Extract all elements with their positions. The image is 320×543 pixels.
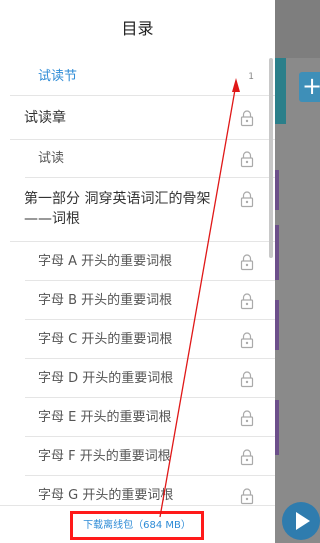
toc-item-sub[interactable]: 字母 E 开头的重要词根 (25, 398, 275, 437)
background-card (275, 300, 279, 350)
toc-item-sub[interactable]: 字母 B 开头的重要词根 (25, 281, 275, 320)
background-card (275, 400, 279, 455)
toc-item-sub[interactable]: 字母 A 开头的重要词根 (25, 242, 275, 281)
add-button[interactable]: + (299, 72, 320, 102)
toc-item-label: 字母 D 开头的重要词根 (38, 371, 174, 386)
toc-item-sub[interactable]: 字母 F 开头的重要词根 (25, 437, 275, 476)
toc-drawer: 目录 试读节 1 试读章 试读 第一部分 洞穿英语词汇的骨架——词根 字母 A … (0, 0, 275, 543)
background-teal-block (275, 58, 286, 124)
lock-icon (240, 488, 254, 505)
lock-icon (240, 151, 254, 168)
toc-item-label: 试读 (38, 151, 65, 166)
toc-item-label: 试读章 (24, 110, 66, 126)
lock-icon (240, 191, 254, 208)
toc-item-label: 第一部分 洞穿英语词汇的骨架——词根 (24, 191, 211, 227)
background-topbar (275, 0, 320, 58)
scrollbar[interactable] (269, 58, 273, 258)
toc-item-sub[interactable]: 字母 C 开头的重要词根 (25, 320, 275, 359)
toc-item-label: 字母 A 开头的重要词根 (38, 254, 173, 269)
background-card (275, 170, 279, 210)
toc-item-page: 1 (248, 72, 254, 82)
play-icon[interactable] (282, 502, 320, 540)
toc-item-label: 字母 C 开头的重要词根 (38, 332, 173, 347)
lock-icon (240, 449, 254, 466)
toc-item-sub[interactable]: 字母 D 开头的重要词根 (25, 359, 275, 398)
toc-item-label: 字母 E 开头的重要词根 (38, 410, 172, 425)
background-card (275, 225, 279, 280)
lock-icon (240, 410, 254, 427)
toc-item-label: 字母 B 开头的重要词根 (38, 293, 173, 308)
lock-icon (240, 293, 254, 310)
toc-list: 试读节 1 试读章 试读 第一部分 洞穿英语词汇的骨架——词根 字母 A 开头的… (0, 58, 275, 515)
toc-item-part[interactable]: 第一部分 洞穿英语词汇的骨架——词根 (10, 178, 275, 242)
background-app: + (275, 0, 320, 543)
toc-item-active[interactable]: 试读节 1 (10, 58, 275, 96)
lock-icon (240, 332, 254, 349)
toc-item-chapter[interactable]: 试读章 (10, 96, 275, 140)
lock-icon (240, 110, 254, 127)
toc-item-label: 试读节 (38, 69, 78, 84)
toc-item-section[interactable]: 试读 (25, 140, 275, 178)
drawer-title: 目录 (121, 19, 154, 38)
lock-icon (240, 254, 254, 271)
download-offline-button[interactable]: 下载离线包（684 MB） (70, 511, 204, 540)
lock-icon (240, 371, 254, 388)
toc-item-label: 字母 F 开头的重要词根 (38, 449, 171, 464)
